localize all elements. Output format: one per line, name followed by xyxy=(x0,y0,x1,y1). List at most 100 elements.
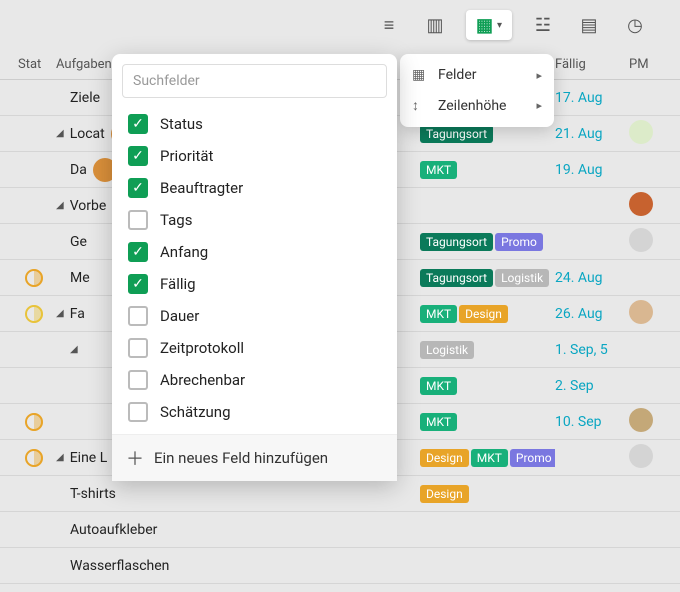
task-name: Locat xyxy=(70,126,105,142)
tag[interactable]: Tagungsort xyxy=(420,233,493,251)
checkbox[interactable] xyxy=(128,242,148,262)
table-row[interactable]: Autoaufkleber xyxy=(0,512,680,548)
field-option[interactable]: Beauftragter xyxy=(112,172,397,204)
col-pm-header[interactable]: PM xyxy=(629,57,669,72)
row-height-icon: ↕ xyxy=(412,97,428,114)
add-field-button[interactable]: ＋ Ein neues Feld hinzufügen xyxy=(112,434,397,481)
avatar[interactable] xyxy=(629,192,653,216)
task-name: Da xyxy=(70,162,87,178)
checkbox[interactable] xyxy=(128,210,148,230)
view-timer-icon[interactable]: ◷ xyxy=(620,10,650,40)
chevron-down-icon: ▾ xyxy=(497,20,502,31)
field-option[interactable]: Fällig xyxy=(112,268,397,300)
expand-toggle[interactable]: ◢ xyxy=(56,452,64,463)
view-toolbar: ≡ ▥ ▦▾ ☳ ▤ ◷ xyxy=(0,0,680,50)
tag[interactable]: Promo xyxy=(495,233,543,251)
status-indicator[interactable] xyxy=(25,413,43,431)
field-option[interactable]: Tags xyxy=(112,204,397,236)
field-option-label: Beauftragter xyxy=(160,179,243,197)
tag[interactable]: Logistik xyxy=(420,341,474,359)
expand-toggle[interactable]: ◢ xyxy=(56,308,64,319)
view-table-button[interactable]: ▦▾ xyxy=(466,10,512,40)
field-option-label: Fällig xyxy=(160,275,196,293)
task-name: Eine L xyxy=(70,450,108,466)
fields-search-wrap xyxy=(112,54,397,108)
view-list-icon[interactable]: ≡ xyxy=(374,10,404,40)
avatar[interactable] xyxy=(629,120,653,144)
view-board-icon[interactable]: ▥ xyxy=(420,10,450,40)
due-date[interactable]: 24. Aug xyxy=(555,270,603,286)
checkbox[interactable] xyxy=(128,402,148,422)
status-indicator[interactable] xyxy=(25,305,43,323)
due-date[interactable]: 1. Sep, 5 xyxy=(555,342,608,358)
checkbox[interactable] xyxy=(128,146,148,166)
tag[interactable]: MKT xyxy=(420,377,457,395)
table-row[interactable]: Wasserflaschen xyxy=(0,548,680,584)
avatar[interactable] xyxy=(629,444,653,468)
checkbox[interactable] xyxy=(128,370,148,390)
tag[interactable]: MKT xyxy=(420,161,457,179)
due-date[interactable]: 10. Sep xyxy=(555,414,602,430)
col-due-header[interactable]: Fällig xyxy=(555,57,629,72)
task-name: Ge xyxy=(70,234,87,250)
checkbox[interactable] xyxy=(128,114,148,134)
expand-toggle[interactable]: ◢ xyxy=(56,200,64,211)
avatar[interactable] xyxy=(629,300,653,324)
plus-icon: ＋ xyxy=(126,445,144,471)
fields-search-input[interactable] xyxy=(122,64,387,98)
field-option[interactable]: Status xyxy=(112,108,397,140)
checkbox[interactable] xyxy=(128,306,148,326)
tag[interactable]: Design xyxy=(420,485,469,503)
expand-toggle[interactable]: ◢ xyxy=(70,344,78,355)
due-date[interactable]: 19. Aug xyxy=(555,162,603,178)
field-option-label: Zeitprotokoll xyxy=(160,339,244,357)
tag[interactable]: Tagungsort xyxy=(420,125,493,143)
menu-item-row-height[interactable]: ↕ Zeilenhöhe ▸ xyxy=(400,90,554,121)
field-option[interactable]: Priorität xyxy=(112,140,397,172)
status-indicator[interactable] xyxy=(25,269,43,287)
chevron-right-icon: ▸ xyxy=(536,99,542,112)
tag[interactable]: Tagungsort xyxy=(420,269,493,287)
due-date[interactable]: 26. Aug xyxy=(555,306,603,322)
field-option-label: Priorität xyxy=(160,147,213,165)
table-row[interactable]: T-shirts Design xyxy=(0,476,680,512)
task-name: T-shirts xyxy=(70,486,116,502)
menu-item-label: Felder xyxy=(438,67,477,83)
avatar[interactable] xyxy=(629,228,653,252)
status-indicator[interactable] xyxy=(25,449,43,467)
expand-toggle[interactable]: ◢ xyxy=(56,128,64,139)
due-date[interactable]: 21. Aug xyxy=(555,126,603,142)
task-name: Wasserflaschen xyxy=(70,558,169,574)
field-option[interactable]: Abrechenbar xyxy=(112,364,397,396)
checkbox[interactable] xyxy=(128,274,148,294)
task-name: Ziele xyxy=(70,90,100,106)
field-option[interactable]: Zeitprotokoll xyxy=(112,332,397,364)
col-status-header[interactable]: Stat xyxy=(0,57,50,72)
field-option-label: Schätzung xyxy=(160,403,231,421)
checkbox[interactable] xyxy=(128,178,148,198)
add-field-label: Ein neues Feld hinzufügen xyxy=(154,449,328,467)
tag[interactable]: MKT xyxy=(471,449,508,467)
tag[interactable]: Design xyxy=(459,305,508,323)
fields-list[interactable]: Status Priorität Beauftragter TagsAnfang Fäl… xyxy=(112,108,397,434)
field-option[interactable]: Dauer xyxy=(112,300,397,332)
due-date[interactable]: 2. Sep xyxy=(555,378,594,394)
tag[interactable]: Promo xyxy=(510,449,555,467)
menu-item-fields[interactable]: ▦ Felder ▸ xyxy=(400,60,554,90)
field-option[interactable]: Schätzung xyxy=(112,396,397,428)
avatar[interactable] xyxy=(629,408,653,432)
view-calendar-icon[interactable]: ▤ xyxy=(574,10,604,40)
task-name: Vorbe xyxy=(70,198,107,214)
fields-panel: Status Priorität Beauftragter TagsAnfang Fäl… xyxy=(112,54,397,481)
due-date[interactable]: 17. Aug xyxy=(555,90,603,106)
checkbox[interactable] xyxy=(128,338,148,358)
fields-icon: ▦ xyxy=(412,67,428,83)
tag[interactable]: MKT xyxy=(420,305,457,323)
field-option[interactable]: Anfang xyxy=(112,236,397,268)
chevron-right-icon: ▸ xyxy=(536,69,542,82)
tag[interactable]: Design xyxy=(420,449,469,467)
tag[interactable]: Logistik xyxy=(495,269,549,287)
task-name: Autoaufkleber xyxy=(70,522,157,538)
tag[interactable]: MKT xyxy=(420,413,457,431)
view-gantt-icon[interactable]: ☳ xyxy=(528,10,558,40)
